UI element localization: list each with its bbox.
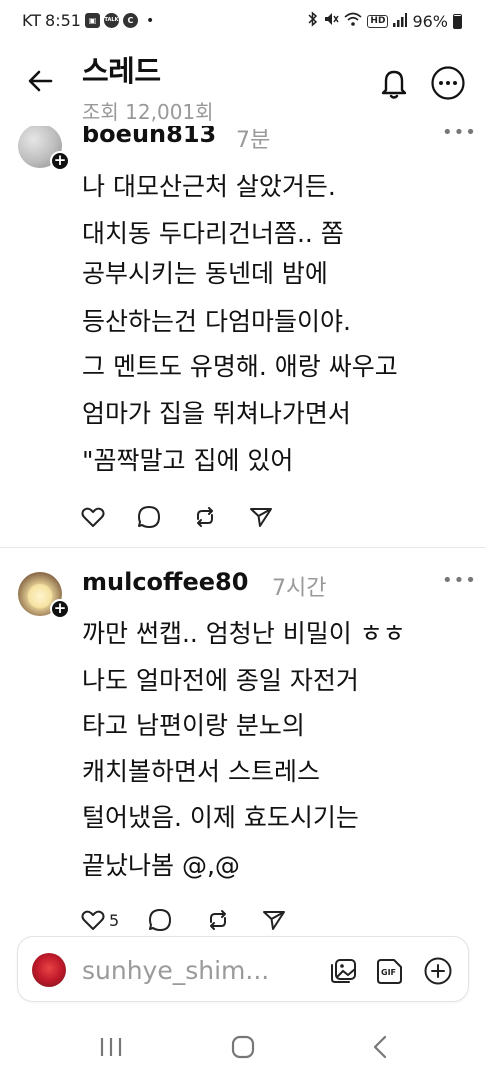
- reply-button[interactable]: [147, 906, 173, 934]
- comment-line: 타고 남편이랑 분노의: [82, 711, 305, 740]
- comment-more-icon[interactable]: •••: [442, 570, 477, 591]
- repost-icon: [210, 910, 227, 930]
- plus-circle-icon: [424, 957, 452, 985]
- attach-image-button[interactable]: [328, 956, 358, 986]
- repost-button[interactable]: [205, 906, 231, 934]
- like-count: 5: [109, 910, 120, 930]
- comment-line: 털어냈음. 이제 효도시기는: [82, 803, 359, 832]
- comment-username[interactable]: mulcoffee80: [82, 568, 248, 596]
- home-icon: [231, 1035, 255, 1059]
- comment-line: 끝났나봄 @,@: [82, 851, 240, 880]
- follow-plus-icon[interactable]: +: [50, 599, 70, 619]
- recent-apps-icon: [100, 1038, 122, 1056]
- system-back-button[interactable]: [366, 1034, 396, 1060]
- comment-line: 나도 얼마전에 종일 자전거: [82, 666, 359, 695]
- heart-icon: [81, 910, 105, 930]
- add-more-button[interactable]: [423, 956, 453, 986]
- composer-avatar: [32, 953, 66, 987]
- reply-composer: GIF: [17, 936, 469, 1002]
- comment-bubble-icon: [149, 909, 172, 931]
- share-button[interactable]: [261, 906, 287, 934]
- send-icon: [263, 911, 286, 930]
- gif-icon: GIF: [377, 959, 402, 984]
- attach-gif-button[interactable]: GIF: [375, 956, 405, 986]
- bell-icon: [381, 70, 407, 99]
- more-options-button[interactable]: [430, 65, 466, 101]
- comment-time: 7시간: [272, 576, 327, 601]
- thread-header: 스레드 조회 12,001회: [0, 40, 486, 126]
- image-gallery-icon: [331, 959, 356, 983]
- back-arrow-icon: [28, 70, 53, 92]
- system-nav-bar: [0, 1010, 486, 1080]
- reply-input[interactable]: [82, 953, 312, 987]
- like-button[interactable]: 5: [80, 906, 119, 934]
- recent-apps-button[interactable]: [96, 1034, 126, 1060]
- chevron-left-icon: [373, 1035, 387, 1059]
- comment-line: 캐치볼하면서 스트레스: [82, 757, 320, 786]
- view-count: 조회 12,001회: [82, 100, 214, 124]
- notifications-button[interactable]: [378, 66, 410, 100]
- comment-line: 까만 썬캡.. 엄청난 비밀이 ㅎㅎ: [82, 619, 406, 648]
- more-circle-icon: [431, 66, 465, 100]
- comment-mulcoffee80: + mulcoffee80 7시간 ••• 까만 썬캡.. 엄청난 비밀이 ㅎㅎ…: [0, 0, 486, 940]
- page-title: 스레드: [82, 54, 161, 88]
- home-button[interactable]: [228, 1034, 258, 1060]
- back-button[interactable]: [26, 66, 56, 96]
- comment-actions: 5: [80, 906, 287, 934]
- svg-text:GIF: GIF: [381, 968, 396, 977]
